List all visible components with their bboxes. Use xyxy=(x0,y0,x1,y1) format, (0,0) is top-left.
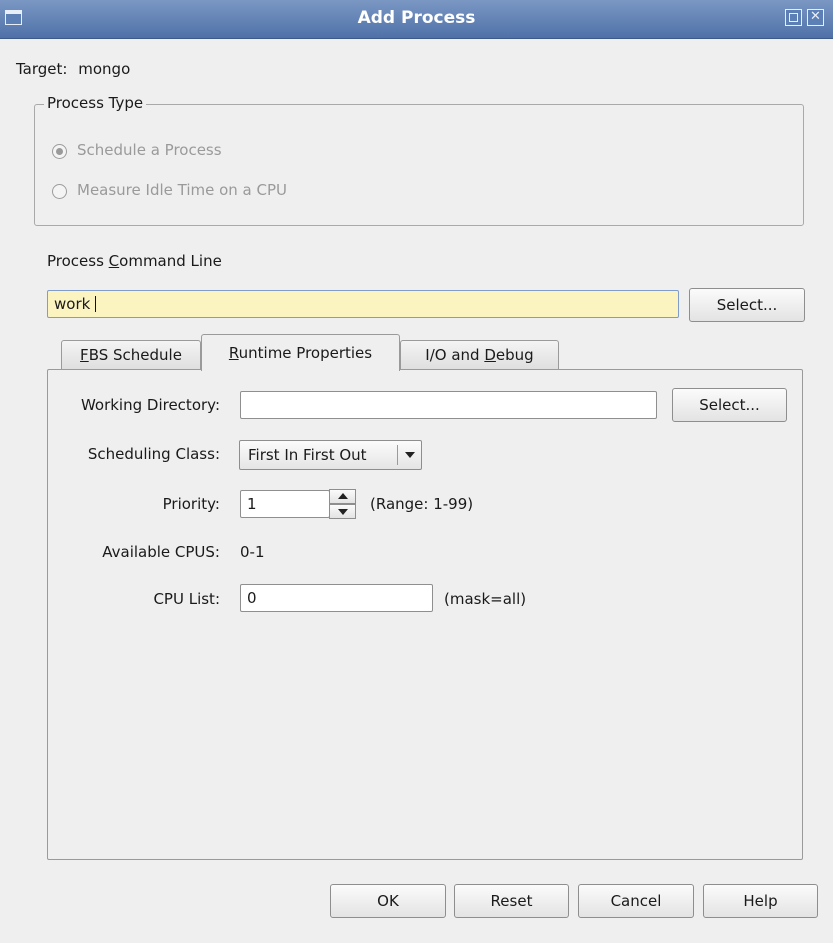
command-line-label: Process Command Line xyxy=(47,252,222,270)
process-type-group xyxy=(34,104,804,226)
sched-class-combo[interactable]: First In First Out xyxy=(239,440,422,470)
command-line-input[interactable] xyxy=(47,290,679,318)
priority-input[interactable] xyxy=(240,490,330,518)
combo-separator xyxy=(397,445,398,465)
sched-class-value: First In First Out xyxy=(248,446,367,464)
priority-increment-button[interactable] xyxy=(329,489,356,504)
command-select-button[interactable]: Select... xyxy=(689,288,805,322)
tab-runtime-properties[interactable]: Runtime Properties xyxy=(201,334,400,371)
process-type-title: Process Type xyxy=(44,94,147,112)
schedule-process-label: Schedule a Process xyxy=(77,141,222,159)
available-cpus-label: Available CPUS: xyxy=(102,543,220,561)
text-caret xyxy=(95,296,96,312)
chevron-down-icon xyxy=(405,452,415,458)
maximize-icon[interactable] xyxy=(785,9,802,26)
sched-class-label: Scheduling Class: xyxy=(87,445,220,463)
arrow-down-icon xyxy=(338,509,348,515)
cpu-mask: (mask=all) xyxy=(444,590,527,608)
priority-range: (Range: 1-99) xyxy=(370,495,474,513)
reset-button[interactable]: Reset xyxy=(454,884,569,918)
working-dir-input[interactable] xyxy=(240,391,657,419)
priority-decrement-button[interactable] xyxy=(329,504,356,519)
window-title: Add Process xyxy=(357,8,476,28)
tab-io-debug[interactable]: I/O and Debug xyxy=(400,340,559,370)
tab-fbs-schedule[interactable]: FBS Schedule xyxy=(61,340,201,370)
target-row: Target: mongo xyxy=(16,60,130,78)
measure-idle-radio[interactable] xyxy=(52,184,67,199)
cpu-list-input[interactable] xyxy=(240,584,433,612)
measure-idle-label: Measure Idle Time on a CPU xyxy=(77,181,288,199)
priority-label: Priority: xyxy=(162,495,220,513)
target-value: mongo xyxy=(78,60,131,78)
runtime-properties-panel xyxy=(47,369,803,860)
close-icon[interactable]: ✕ xyxy=(807,9,824,26)
available-cpus-value: 0-1 xyxy=(240,543,265,561)
cpu-list-label: CPU List: xyxy=(153,590,220,608)
title-bar[interactable]: Add Process ✕ xyxy=(0,0,833,39)
working-dir-label: Working Directory: xyxy=(80,396,220,414)
target-label: Target: xyxy=(16,60,68,78)
help-button[interactable]: Help xyxy=(703,884,818,918)
schedule-process-radio[interactable] xyxy=(52,144,67,159)
cancel-button[interactable]: Cancel xyxy=(578,884,694,918)
working-dir-select-button[interactable]: Select... xyxy=(672,388,787,422)
arrow-up-icon xyxy=(338,493,348,499)
ok-button[interactable]: OK xyxy=(330,884,446,918)
